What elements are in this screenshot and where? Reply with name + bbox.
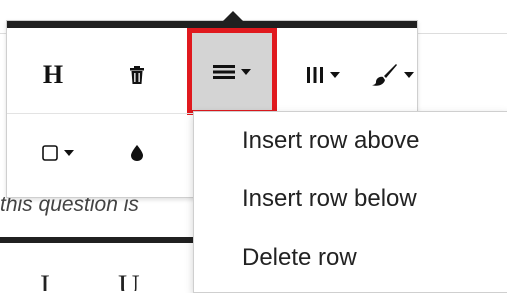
cell-border-button[interactable]: [25, 127, 91, 179]
italic-button[interactable]: I: [40, 269, 50, 291]
paintbrush-icon: [372, 64, 397, 86]
underline-button[interactable]: U: [118, 269, 140, 291]
chevron-down-icon: [330, 72, 340, 78]
table-heading-button[interactable]: H: [21, 47, 85, 103]
insert-row-above-item[interactable]: Insert row above: [194, 112, 507, 170]
rows-menu-icon: [213, 64, 235, 79]
delete-row-item[interactable]: Delete row: [194, 229, 507, 287]
popover-arrow: [223, 11, 243, 21]
cell-color-button[interactable]: [109, 127, 165, 179]
popover-top-bar: [7, 21, 417, 28]
delete-table-button[interactable]: [109, 47, 165, 103]
chevron-down-icon: [64, 150, 74, 156]
columns-menu-button[interactable]: [291, 47, 355, 103]
cell-style-button[interactable]: [363, 47, 423, 103]
insert-row-below-item[interactable]: Insert row below: [194, 170, 507, 228]
columns-icon: [307, 67, 323, 83]
chevron-down-icon: [404, 72, 414, 78]
chevron-down-icon: [241, 68, 251, 75]
heading-icon: H: [42, 60, 64, 89]
droplet-icon: [131, 145, 143, 161]
rows-menu-button[interactable]: [187, 28, 277, 115]
border-square-icon: [42, 145, 58, 161]
rows-dropdown-menu: Insert row above Insert row below Delete…: [193, 111, 507, 293]
trash-icon: [130, 66, 144, 84]
